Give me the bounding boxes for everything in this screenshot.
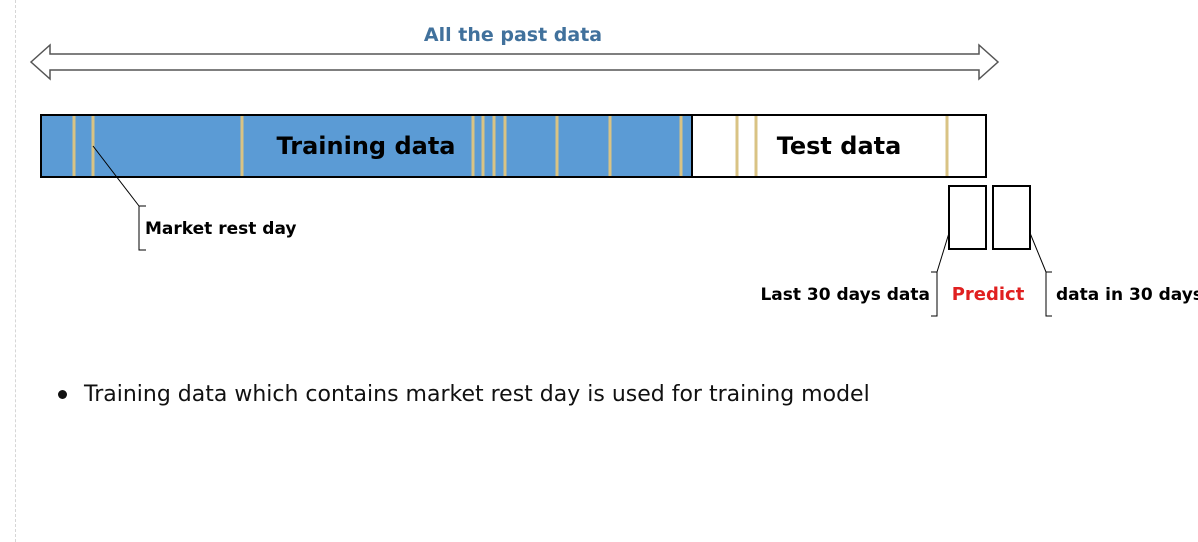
training-data-label: Training data [277, 132, 456, 160]
test-data-label: Test data [777, 132, 902, 160]
all-past-data-label: All the past data [424, 24, 602, 46]
data-in-30-days-label: data in 30 days [1056, 285, 1198, 305]
last-30-days-box [948, 185, 987, 250]
next-30-days-box [992, 185, 1031, 250]
bullet-text: Training data which contains market rest… [84, 382, 870, 407]
timeline-diagram: All the past data Training data Test dat… [29, 24, 1198, 317]
double-arrow [29, 43, 1000, 81]
last-days-leader-line [936, 232, 950, 273]
market-rest-day-label: Market rest day [145, 219, 296, 239]
predict-label: Predict [952, 284, 1025, 305]
bullet-note: Training data which contains market rest… [58, 382, 870, 407]
bullet-dot [58, 390, 67, 399]
future-leader-line [1029, 232, 1047, 273]
future-bracket [1045, 271, 1052, 317]
last-days-bracket [931, 271, 938, 317]
last-30-days-label: Last 30 days data [760, 285, 930, 305]
